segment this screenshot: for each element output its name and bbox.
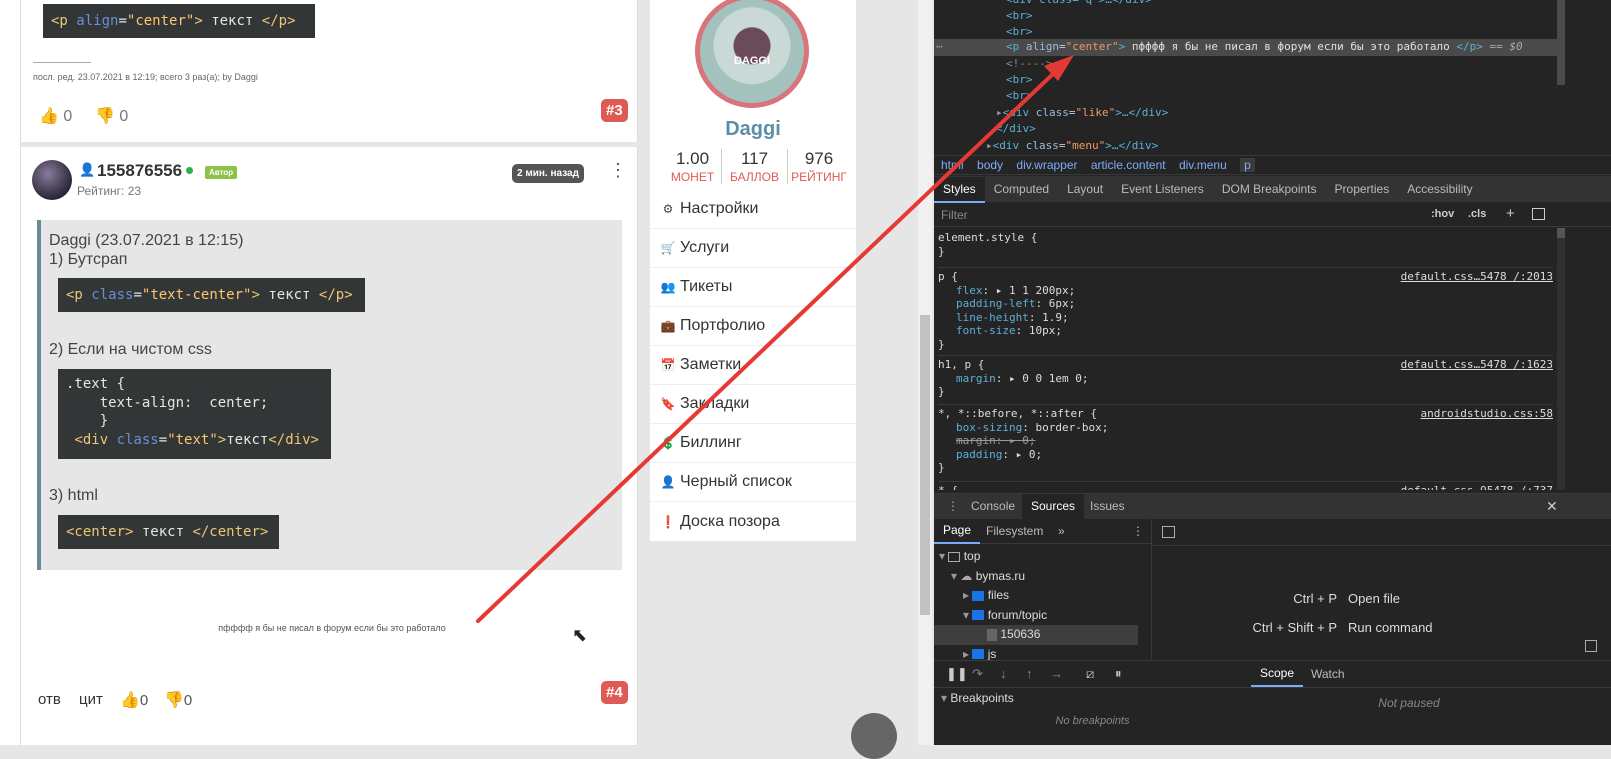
scroll-button[interactable] [851,713,897,759]
annotation-arrow [476,55,1074,623]
